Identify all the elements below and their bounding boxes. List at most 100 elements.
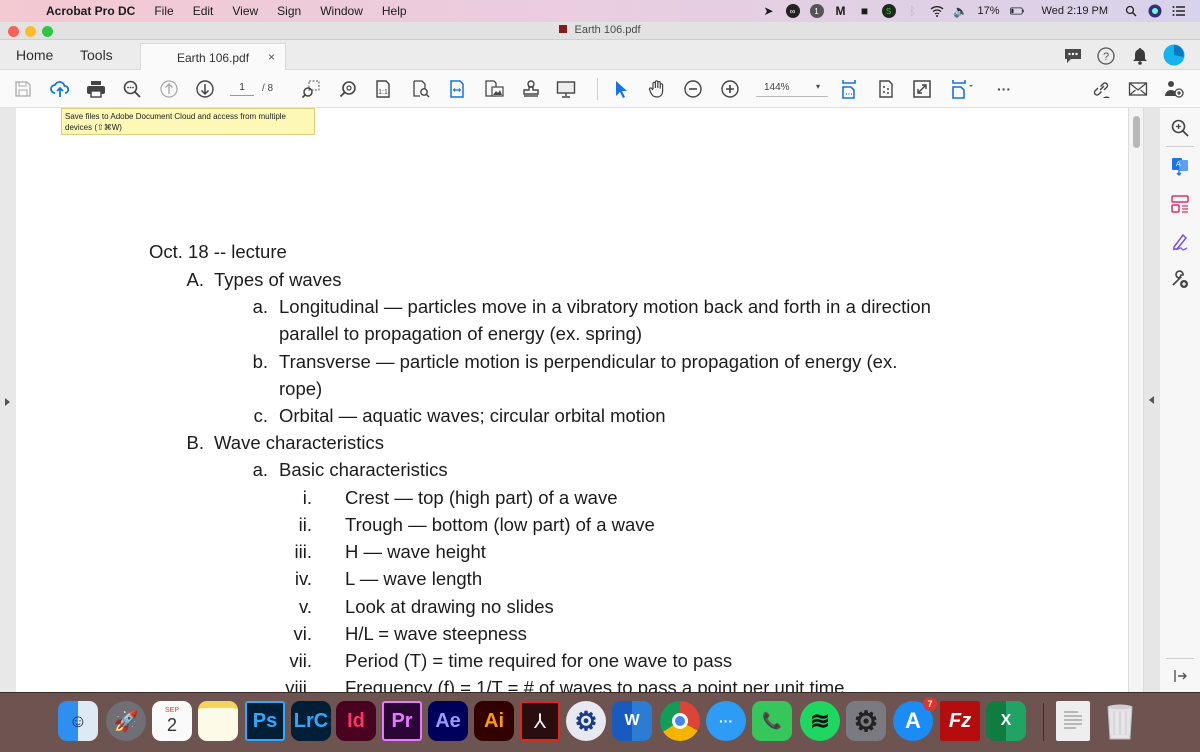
dock-app-notes[interactable]: [198, 701, 238, 741]
rotate-view-icon[interactable]: [875, 78, 897, 100]
wifi-icon[interactable]: [930, 4, 944, 18]
notification-bell-icon[interactable]: [1130, 46, 1150, 66]
control-center-icon[interactable]: [1172, 4, 1186, 18]
share-link-icon[interactable]: [1090, 78, 1112, 100]
export-pdf-icon[interactable]: A: [1168, 154, 1192, 178]
dock-trash[interactable]: [1100, 701, 1140, 741]
menu-edit[interactable]: Edit: [193, 4, 214, 18]
select-cursor-icon[interactable]: [610, 78, 632, 100]
marquee-zoom-icon[interactable]: [300, 78, 322, 100]
previous-page-icon[interactable]: [158, 78, 180, 100]
stamp-icon[interactable]: [520, 78, 542, 100]
onepassword-icon[interactable]: 1: [809, 4, 824, 18]
list-item-line: Basic characteristics: [279, 459, 448, 480]
menu-file[interactable]: File: [154, 4, 173, 18]
collapse-right-panel-icon[interactable]: [1149, 396, 1154, 404]
menu-view[interactable]: View: [232, 4, 258, 18]
dock-app-utility[interactable]: ⚙: [566, 701, 606, 741]
dock-app-spotify[interactable]: ≋: [800, 701, 840, 741]
tab-document[interactable]: Earth 106.pdf ×: [140, 43, 286, 70]
malwarebytes-icon[interactable]: M: [834, 4, 848, 18]
bluetooth-icon[interactable]: ᛒ: [906, 4, 920, 18]
enhance-scan-zoom-icon[interactable]: [1168, 116, 1192, 140]
dock-app-excel[interactable]: X: [986, 701, 1026, 741]
presentation-mode-icon[interactable]: [555, 78, 577, 100]
more-tools-wrench-icon[interactable]: [1168, 268, 1192, 292]
dock-app-acrobat[interactable]: ⅄: [520, 701, 560, 741]
zoom-level-dropdown[interactable]: 144% ▾: [756, 82, 828, 97]
dock-app-chrome[interactable]: [660, 701, 700, 741]
document-tab-label: Earth 106.pdf: [177, 51, 250, 65]
print-icon[interactable]: [85, 78, 107, 100]
clock[interactable]: Wed 2:19 PM: [1042, 5, 1108, 17]
siri-icon[interactable]: [1148, 4, 1162, 18]
tab-home[interactable]: Home: [16, 47, 53, 63]
zoom-in-icon[interactable]: [719, 78, 741, 100]
menu-app-name[interactable]: Acrobat Pro DC: [46, 4, 135, 18]
export-image-icon[interactable]: [483, 78, 505, 100]
creative-cloud-icon[interactable]: ∞: [785, 4, 800, 18]
camera-icon[interactable]: ■: [858, 4, 872, 18]
help-icon[interactable]: ?: [1096, 46, 1116, 66]
fit-width-icon[interactable]: [446, 78, 468, 100]
fill-and-sign-icon[interactable]: [1168, 230, 1192, 254]
spotlight-icon[interactable]: [1124, 4, 1138, 18]
menu-window[interactable]: Window: [320, 4, 363, 18]
chrome-logo-icon: [672, 713, 688, 729]
fit-page-icon[interactable]: 1:1: [372, 78, 394, 100]
chevron-down-icon: ▾: [815, 82, 820, 91]
dock-app-facetime[interactable]: 📞: [752, 701, 792, 741]
next-page-icon[interactable]: [194, 78, 216, 100]
dock-app-word[interactable]: W: [612, 701, 652, 741]
dock-app-messages[interactable]: ···: [706, 701, 746, 741]
dock-app-indesign[interactable]: Id: [336, 701, 376, 741]
upload-cloud-icon[interactable]: [49, 78, 71, 100]
hand-tool-icon[interactable]: [646, 78, 668, 100]
section-marker: B.: [186, 432, 204, 453]
dock-app-launchpad[interactable]: 🚀: [106, 701, 146, 741]
menu-help[interactable]: Help: [382, 4, 407, 18]
dock-app-calendar[interactable]: SEP 2: [152, 701, 192, 741]
calendar-day: 2: [166, 715, 177, 735]
dock-app-photoshop[interactable]: Ps: [245, 701, 285, 741]
organize-pages-icon[interactable]: [1168, 192, 1192, 216]
battery-icon[interactable]: [1009, 4, 1024, 18]
page-display-dropdown[interactable]: [948, 78, 978, 100]
left-panel-toggle[interactable]: [0, 108, 16, 692]
evernote-icon[interactable]: S: [881, 4, 896, 18]
dock-app-lightroom-classic[interactable]: LrC: [291, 701, 331, 741]
save-icon[interactable]: [12, 78, 34, 100]
dock-app-system-preferences[interactable]: ⚙: [846, 701, 886, 741]
dock-documents-stack[interactable]: [1056, 701, 1090, 741]
user-avatar[interactable]: [1163, 44, 1185, 66]
dock-app-finder[interactable]: ☺: [58, 701, 98, 741]
menu-sign[interactable]: Sign: [277, 4, 301, 18]
add-user-icon[interactable]: [1163, 78, 1185, 100]
document-viewport[interactable]: Oct. 18 -- lecture A. Types of waves a. …: [0, 108, 1160, 698]
dock-app-after-effects[interactable]: Ae: [428, 701, 468, 741]
zoom-out-icon[interactable]: [682, 78, 704, 100]
more-tools-icon[interactable]: ···: [993, 78, 1015, 100]
vertical-scrollbar[interactable]: [1128, 108, 1144, 692]
toolbar: 1 / 8 1:1 144% ▾ ···: [0, 70, 1200, 108]
email-icon[interactable]: [1127, 78, 1149, 100]
right-panel-toggle[interactable]: [1144, 108, 1160, 692]
volume-icon[interactable]: 🔈: [953, 4, 968, 18]
loupe-zoom-icon[interactable]: [337, 78, 359, 100]
scrollbar-thumb[interactable]: [1133, 116, 1140, 148]
dock-app-app-store[interactable]: A 7: [893, 697, 937, 741]
expand-left-panel-icon[interactable]: [5, 398, 10, 406]
location-icon[interactable]: ➤: [762, 4, 776, 18]
close-tab-icon[interactable]: ×: [268, 50, 275, 64]
search-text-icon[interactable]: [121, 78, 143, 100]
comment-icon[interactable]: [1063, 46, 1083, 66]
page-number-input[interactable]: 1: [230, 82, 254, 96]
dock-app-filezilla[interactable]: Fz: [940, 701, 980, 741]
dock-app-illustrator[interactable]: Ai: [474, 701, 514, 741]
tab-tools[interactable]: Tools: [80, 47, 113, 63]
scroll-mode-icon[interactable]: [838, 78, 860, 100]
dock-app-premiere-pro[interactable]: Pr: [382, 701, 422, 741]
full-screen-icon[interactable]: [911, 78, 933, 100]
collapse-tools-pane-icon[interactable]: [1168, 664, 1192, 688]
find-in-page-icon[interactable]: [410, 78, 432, 100]
